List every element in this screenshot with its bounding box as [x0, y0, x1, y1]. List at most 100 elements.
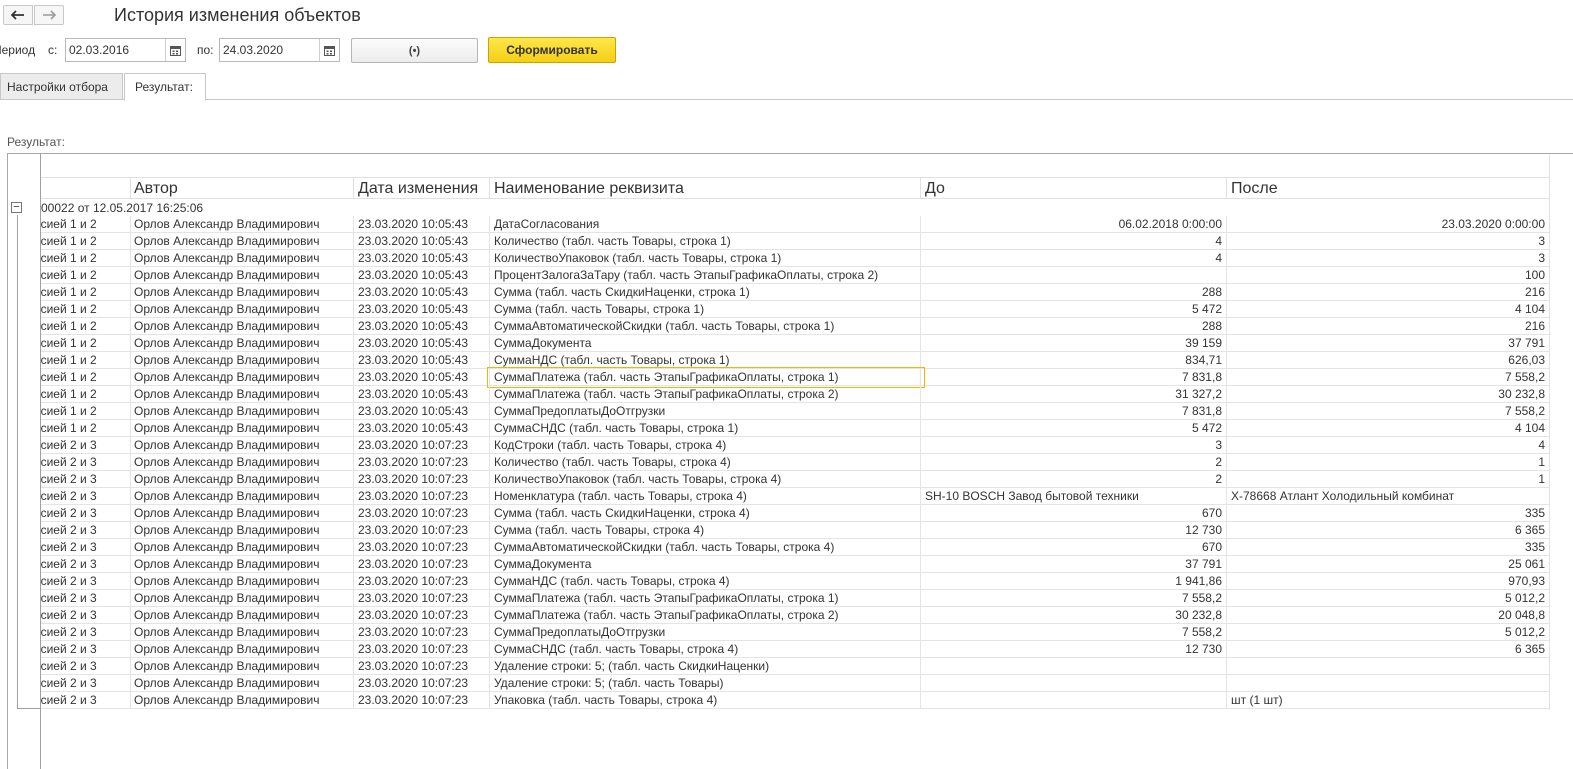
cell-separator	[489, 505, 490, 521]
cell-before: 5 472	[1191, 302, 1222, 316]
cell-after: 100	[1524, 268, 1545, 282]
period-from-field[interactable]	[65, 38, 186, 62]
cell-author: Орлов Александр Владимирович	[134, 591, 320, 605]
cell-separator	[130, 284, 131, 300]
cell-author: Орлов Александр Владимирович	[134, 370, 320, 384]
table-row[interactable]: версией 1 и 2 Орлов Александр Владимирови…	[41, 335, 1549, 352]
table-row[interactable]: версией 1 и 2 Орлов Александр Владимирови…	[41, 216, 1549, 233]
cell-separator	[489, 692, 490, 708]
cell-separator	[1226, 607, 1227, 623]
cell-separator	[489, 233, 490, 249]
cell-separator	[920, 386, 921, 402]
cell-separator	[489, 539, 490, 555]
cell-after: 1	[1538, 472, 1545, 486]
period-to-input[interactable]	[223, 43, 313, 57]
arrow-right-icon	[43, 10, 56, 20]
column-header-date[interactable]: Дата изменения	[358, 180, 478, 198]
table-row[interactable]: версией 2 и 3 Орлов Александр Владимирови…	[41, 641, 1549, 658]
table-row[interactable]: версией 1 и 2 Орлов Александр Владимирови…	[41, 403, 1549, 420]
table-row[interactable]: версией 1 и 2 Орлов Александр Владимирови…	[41, 386, 1549, 403]
back-button[interactable]	[3, 5, 33, 25]
tab-filter-settings[interactable]: Настройки отбора	[0, 73, 123, 100]
table-row[interactable]: версией 2 и 3 Орлов Александр Владимирови…	[41, 471, 1549, 488]
choose-period-button[interactable]: (•)	[351, 38, 478, 63]
cell-before: 31 327,2	[1175, 387, 1222, 401]
cell-separator	[130, 386, 131, 402]
cell-separator	[489, 573, 490, 589]
table-row[interactable]: версией 2 и 3 Орлов Александр Владимирови…	[41, 692, 1549, 709]
result-table: Автор Дата изменения Наименование реквиз…	[41, 177, 1549, 709]
table-row[interactable]: версией 2 и 3 Орлов Александр Владимирови…	[41, 675, 1549, 692]
period-to-field[interactable]	[219, 38, 340, 62]
cell-separator	[489, 437, 490, 453]
table-row[interactable]: версией 1 и 2 Орлов Александр Владимирови…	[41, 233, 1549, 250]
table-row[interactable]: версией 2 и 3 Орлов Александр Владимирови…	[41, 505, 1549, 522]
cell-author: Орлов Александр Владимирович	[134, 387, 320, 401]
cell-date: 23.03.2020 10:07:23	[358, 591, 469, 605]
cell-before: 5 472	[1191, 421, 1222, 435]
cell-version: версией 1 и 2	[41, 217, 97, 231]
calendar-to-button[interactable]	[319, 39, 339, 61]
cell-separator	[489, 420, 490, 436]
table-row[interactable]: версией 2 и 3 Орлов Александр Владимирови…	[41, 539, 1549, 556]
column-header-after[interactable]: После	[1231, 180, 1278, 198]
generate-button[interactable]: Сформировать	[488, 37, 616, 63]
cell-separator	[1226, 335, 1227, 351]
cell-separator	[489, 403, 490, 419]
column-header-author[interactable]: Автор	[134, 180, 178, 198]
cell-separator	[130, 590, 131, 606]
collapse-group-button[interactable]: −	[11, 202, 22, 213]
cell-after: 1	[1538, 455, 1545, 469]
table-row[interactable]: версией 1 и 2 Орлов Александр Владимирови…	[41, 267, 1549, 284]
table-row[interactable]: версией 1 и 2 Орлов Александр Владимирови…	[41, 420, 1549, 437]
table-row[interactable]: версией 2 и 3 Орлов Александр Владимирови…	[41, 454, 1549, 471]
cell-separator	[489, 352, 490, 368]
cell-version: версией 2 и 3	[41, 523, 97, 537]
cell-before: 7 831,8	[1181, 404, 1222, 418]
cell-after: 335	[1524, 506, 1545, 520]
cell-author: Орлов Александр Владимирович	[134, 693, 320, 707]
table-row[interactable]: версией 1 и 2 Орлов Александр Владимирови…	[41, 367, 1549, 388]
cell-separator	[1226, 573, 1227, 589]
cell-attribute: СуммаАвтоматическойСкидки (табл. часть Т…	[494, 540, 835, 554]
grid-right-border	[1549, 154, 1550, 710]
column-header-before[interactable]: До	[925, 180, 945, 198]
cell-separator	[353, 267, 354, 283]
cell-before: 7 558,2	[1181, 591, 1222, 605]
tab-result[interactable]: Результат:	[124, 73, 206, 101]
group-bracket	[17, 215, 18, 708]
table-row[interactable]: версией 1 и 2 Орлов Александр Владимирови…	[41, 318, 1549, 335]
cell-separator	[353, 369, 354, 385]
cell-version: версией 1 и 2	[41, 234, 97, 248]
table-row[interactable]: версией 1 и 2 Орлов Александр Владимирови…	[41, 301, 1549, 318]
cell-separator	[489, 590, 490, 606]
table-row[interactable]: версией 2 и 3 Орлов Александр Владимирови…	[41, 556, 1549, 573]
table-row[interactable]: версией 1 и 2 Орлов Александр Владимирови…	[41, 250, 1549, 267]
calendar-from-button[interactable]	[165, 39, 185, 61]
table-row[interactable]: версией 2 и 3 Орлов Александр Владимирови…	[41, 488, 1549, 505]
forward-button[interactable]	[34, 5, 64, 25]
cell-separator	[1226, 488, 1227, 504]
column-header-attribute[interactable]: Наименование реквизита	[494, 180, 684, 198]
table-row[interactable]: версией 2 и 3 Орлов Александр Владимирови…	[41, 522, 1549, 539]
period-from-input[interactable]	[69, 43, 159, 57]
cell-before: 06.02.2018 0:00:00	[1118, 217, 1222, 231]
cell-after: 626,03	[1508, 353, 1545, 367]
table-row[interactable]: версией 2 и 3 Орлов Александр Владимирови…	[41, 658, 1549, 675]
cell-separator	[353, 488, 354, 504]
table-row[interactable]: версией 2 и 3 Орлов Александр Владимирови…	[41, 624, 1549, 641]
table-row[interactable]: версией 1 и 2 Орлов Александр Владимирови…	[41, 352, 1549, 369]
table-row[interactable]: версией 2 и 3 Орлов Александр Владимирови…	[41, 437, 1549, 454]
group-header[interactable]: 00022 от 12.05.2017 16:25:06	[41, 199, 1549, 216]
table-row[interactable]: версией 2 и 3 Орлов Александр Владимирови…	[41, 573, 1549, 590]
table-row[interactable]: версией 2 и 3 Орлов Александр Владимирови…	[41, 607, 1549, 624]
cell-author: Орлов Александр Владимирович	[134, 268, 320, 282]
cell-date: 23.03.2020 10:07:23	[358, 489, 469, 503]
cell-date: 23.03.2020 10:05:43	[358, 353, 469, 367]
table-body: версией 1 и 2 Орлов Александр Владимирови…	[41, 216, 1549, 709]
table-row[interactable]: версией 2 и 3 Орлов Александр Владимирови…	[41, 590, 1549, 607]
cell-date: 23.03.2020 10:05:43	[358, 251, 469, 265]
cell-after: 4 104	[1514, 421, 1545, 435]
cell-date: 23.03.2020 10:05:43	[358, 336, 469, 350]
table-row[interactable]: версией 1 и 2 Орлов Александр Владимирови…	[41, 284, 1549, 301]
